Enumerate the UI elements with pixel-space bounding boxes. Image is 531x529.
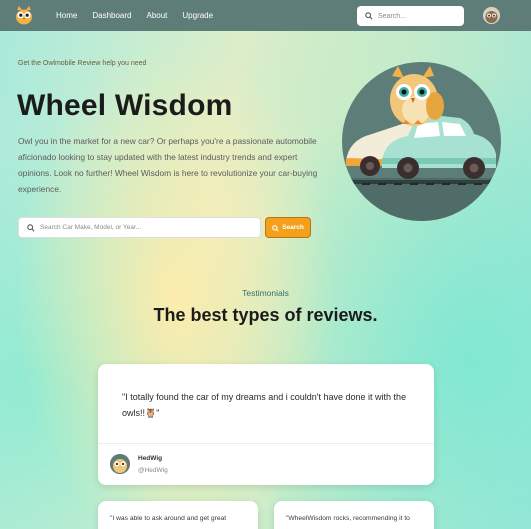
testimonial-quote: "I was able to ask around and get great [110,515,227,522]
page-title: Wheel Wisdom [17,89,233,122]
car-search-input[interactable] [40,224,240,231]
search-button[interactable]: Search [265,217,311,238]
testimonial-quote: "I totally found the car of my dreams an… [122,392,407,418]
owl-on-car-illustration [342,62,501,221]
testimonials-title: The best types of reviews. [153,305,378,325]
nav-links: Home Dashboard About Upgrade [56,0,228,31]
owl-logo-icon[interactable] [14,6,34,25]
avatar [110,454,130,474]
testimonial-card: "I was able to ask around and get great [98,501,258,529]
user-avatar[interactable] [483,7,500,24]
testimonial-author-handle: @HedWig [138,467,168,474]
divider [98,443,434,444]
testimonial-card: "WheelWisdom rocks, recommending it to [274,501,434,529]
testimonial-author-name: HedWig [138,455,163,462]
hero-kicker: Get the Owlmobile Review help you need [18,60,147,67]
search-icon [365,7,373,25]
nav-link-dashboard[interactable]: Dashboard [92,11,131,20]
nav-link-upgrade[interactable]: Upgrade [182,11,213,20]
nav-link-about[interactable]: About [146,11,167,20]
nav-link-home[interactable]: Home [56,11,77,20]
car-search-box[interactable] [18,217,261,238]
testimonial-quote: "WheelWisdom rocks, recommending it to [286,515,410,522]
nav-search-input[interactable] [378,12,458,20]
search-button-label: Search [282,224,304,231]
testimonial-card: "I totally found the car of my dreams an… [98,364,434,485]
nav-search-box[interactable] [357,6,464,26]
search-icon [272,219,279,237]
testimonials-kicker: Testimonials [242,288,289,298]
hero-description: Owl you in the market for a new car? Or … [18,136,318,194]
search-icon [27,219,35,237]
top-navbar: Home Dashboard About Upgrade [0,0,531,31]
